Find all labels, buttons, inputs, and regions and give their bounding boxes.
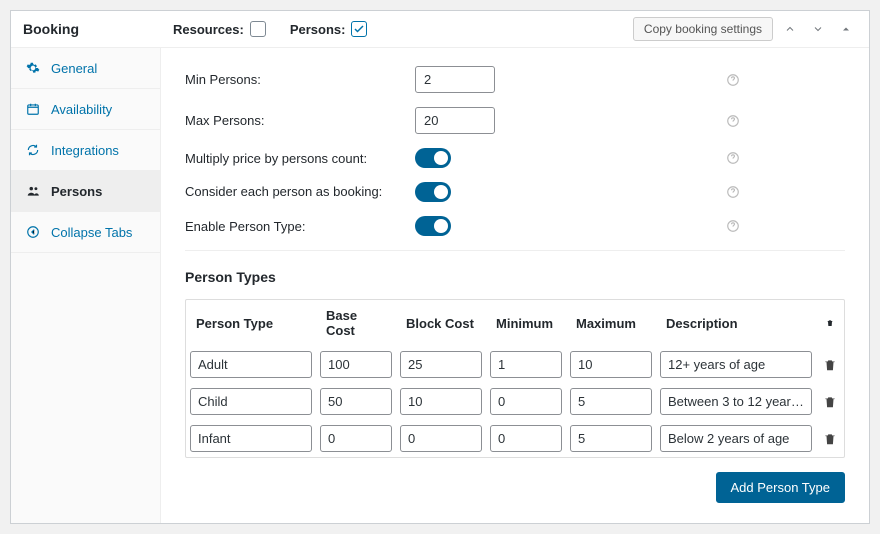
col-min: Minimum [486, 308, 566, 339]
col-base: Base Cost [316, 300, 396, 346]
enable-type-toggle[interactable] [415, 216, 451, 236]
sidebar-item-persons[interactable]: Persons [11, 171, 160, 212]
sidebar-item-label: Availability [51, 102, 112, 117]
help-icon[interactable] [725, 184, 741, 200]
min-persons-input[interactable] [415, 66, 495, 93]
help-icon[interactable] [725, 113, 741, 129]
person-types-title: Person Types [185, 269, 845, 285]
help-icon[interactable] [725, 72, 741, 88]
copy-booking-settings-button[interactable]: Copy booking settings [633, 17, 773, 41]
move-up-button[interactable] [779, 18, 801, 40]
enable-type-label: Enable Person Type: [185, 219, 415, 234]
base-input[interactable] [320, 388, 392, 415]
add-person-type-button[interactable]: Add Person Type [716, 472, 846, 503]
collapse-panel-button[interactable] [835, 18, 857, 40]
block-input[interactable] [400, 351, 482, 378]
help-icon[interactable] [725, 150, 741, 166]
table-row [186, 383, 844, 420]
max-persons-input[interactable] [415, 107, 495, 134]
sidebar-item-label: General [51, 61, 97, 76]
panel-header: Booking Resources: Persons: Copy booking… [11, 11, 869, 48]
panel-title: Booking [23, 21, 173, 37]
sidebar: General Availability Integrations Person… [11, 48, 161, 523]
gear-icon [25, 60, 41, 76]
person-types-table: Person Type Base Cost Block Cost Minimum… [185, 299, 845, 458]
resources-label: Resources: [173, 22, 244, 37]
base-input[interactable] [320, 425, 392, 452]
persons-label: Persons: [290, 22, 346, 37]
collapse-icon [25, 224, 41, 240]
delete-row-button[interactable] [816, 390, 844, 414]
consider-label: Consider each person as booking: [185, 184, 415, 201]
type-input[interactable] [190, 351, 312, 378]
panel-body: General Availability Integrations Person… [11, 48, 869, 523]
min-persons-row: Min Persons: [185, 66, 845, 93]
min-input[interactable] [490, 388, 562, 415]
max-input[interactable] [570, 425, 652, 452]
multiply-row: Multiply price by persons count: [185, 148, 845, 168]
trash-icon [816, 308, 844, 338]
block-input[interactable] [400, 388, 482, 415]
max-persons-row: Max Persons: [185, 107, 845, 134]
multiply-toggle[interactable] [415, 148, 451, 168]
sidebar-item-integrations[interactable]: Integrations [11, 130, 160, 171]
desc-input[interactable] [660, 351, 812, 378]
max-persons-label: Max Persons: [185, 113, 415, 128]
help-icon[interactable] [725, 218, 741, 234]
min-input[interactable] [490, 425, 562, 452]
delete-row-button[interactable] [816, 427, 844, 451]
table-row [186, 346, 844, 383]
sidebar-item-label: Integrations [51, 143, 119, 158]
divider [185, 250, 845, 251]
type-input[interactable] [190, 388, 312, 415]
col-block: Block Cost [396, 308, 486, 339]
max-input[interactable] [570, 351, 652, 378]
move-down-button[interactable] [807, 18, 829, 40]
persons-toggle-group: Persons: [290, 21, 368, 37]
multiply-label: Multiply price by persons count: [185, 151, 415, 166]
sidebar-item-label: Persons [51, 184, 102, 199]
sync-icon [25, 142, 41, 158]
block-input[interactable] [400, 425, 482, 452]
sidebar-item-label: Collapse Tabs [51, 225, 132, 240]
sidebar-item-availability[interactable]: Availability [11, 89, 160, 130]
col-desc: Description [656, 308, 816, 339]
desc-input[interactable] [660, 388, 812, 415]
min-input[interactable] [490, 351, 562, 378]
col-type: Person Type [186, 308, 316, 339]
sidebar-item-general[interactable]: General [11, 48, 160, 89]
persons-checkbox[interactable] [351, 21, 367, 37]
booking-panel: Booking Resources: Persons: Copy booking… [10, 10, 870, 524]
delete-row-button[interactable] [816, 353, 844, 377]
desc-input[interactable] [660, 425, 812, 452]
min-persons-label: Min Persons: [185, 72, 415, 87]
table-header: Person Type Base Cost Block Cost Minimum… [186, 300, 844, 346]
header-actions: Copy booking settings [633, 17, 857, 41]
consider-toggle[interactable] [415, 182, 451, 202]
enable-type-row: Enable Person Type: [185, 216, 845, 236]
type-input[interactable] [190, 425, 312, 452]
max-input[interactable] [570, 388, 652, 415]
sidebar-item-collapse[interactable]: Collapse Tabs [11, 212, 160, 253]
col-max: Maximum [566, 308, 656, 339]
persons-icon [25, 183, 41, 199]
content-area: Min Persons: Max Persons: Multiply price… [161, 48, 869, 523]
calendar-icon [25, 101, 41, 117]
table-row [186, 420, 844, 457]
consider-row: Consider each person as booking: [185, 182, 845, 202]
resources-checkbox[interactable] [250, 21, 266, 37]
resources-toggle-group: Resources: [173, 21, 266, 37]
base-input[interactable] [320, 351, 392, 378]
